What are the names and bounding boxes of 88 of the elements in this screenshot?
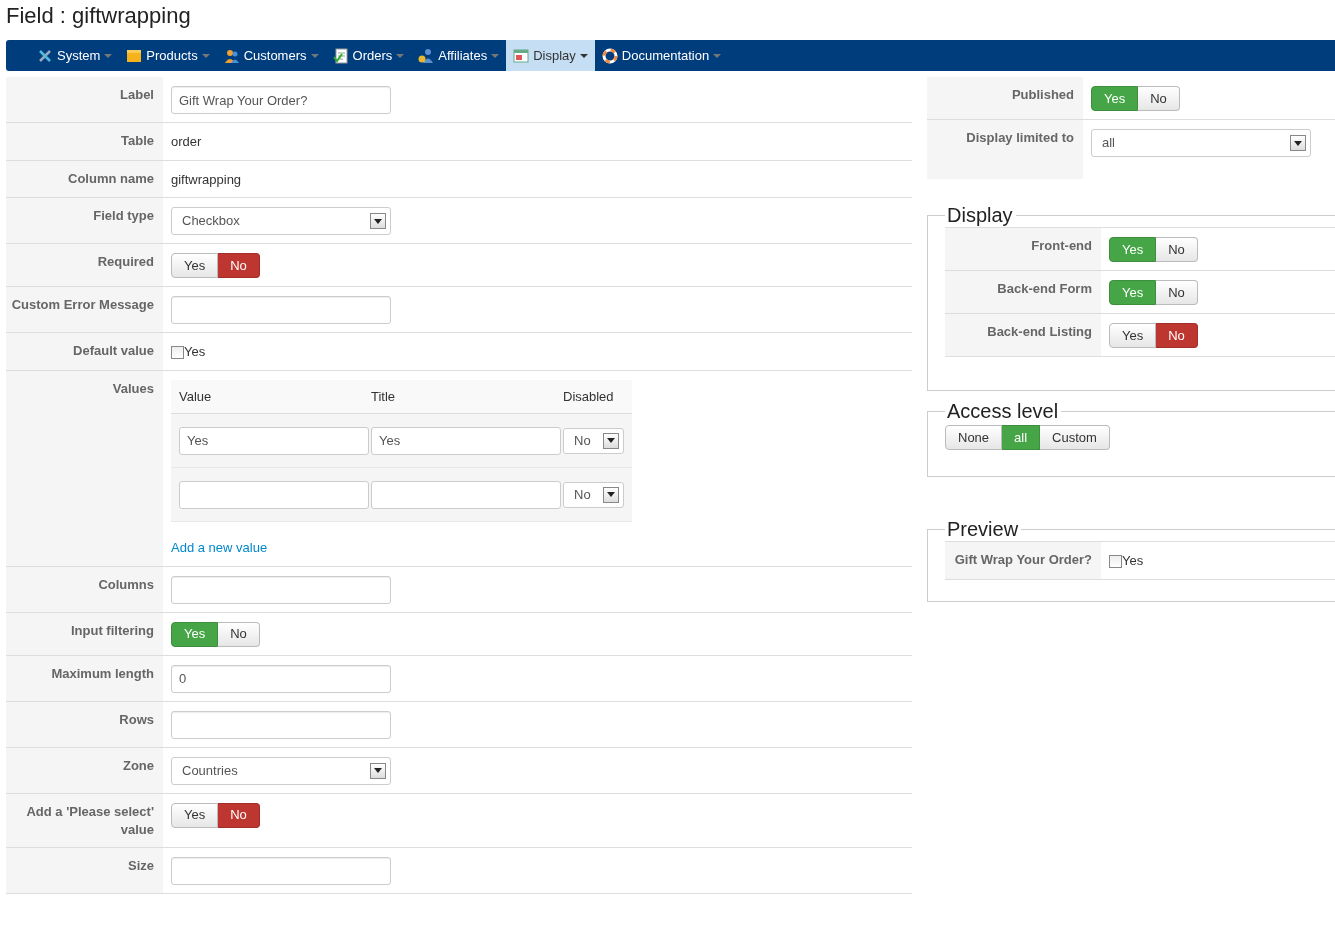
caret-icon [713, 53, 722, 58]
input-field[interactable] [171, 296, 391, 324]
caret-icon [104, 53, 113, 58]
menu-item[interactable]: Customers [216, 40, 326, 71]
toggle-option[interactable]: Yes [171, 253, 219, 278]
toggle-option[interactable]: Yes [1109, 323, 1157, 348]
menu-item[interactable]: Products [119, 40, 217, 71]
document-icon [332, 47, 349, 64]
select-field[interactable]: all [1091, 129, 1311, 157]
select-value: Checkbox [182, 212, 240, 231]
input-field[interactable]: 0 [171, 664, 391, 693]
field-label: Input filtering [6, 612, 163, 655]
field-label: Add a 'Please select' value [6, 793, 163, 847]
section-title: Preview [946, 517, 1020, 541]
caret-icon [310, 53, 319, 58]
menu-item[interactable]: Documentation [594, 40, 729, 71]
field-label: Column name [6, 160, 163, 197]
field-label: Default value [6, 333, 163, 370]
field-label: Custom Error Message [6, 287, 163, 332]
add-value-link[interactable]: Add a new value [171, 538, 268, 558]
menu-item[interactable]: System [30, 40, 120, 71]
field-label: Label [6, 77, 163, 122]
window-icon [513, 47, 530, 64]
field-label: Published [927, 77, 1083, 119]
toggle-option[interactable]: No [218, 621, 260, 647]
caret-icon [396, 53, 405, 58]
column-header: Title [371, 387, 397, 406]
toggle-option[interactable]: No [1156, 323, 1198, 348]
column-header: Value [179, 387, 213, 406]
field-label: Table [6, 123, 163, 160]
users-icon [223, 47, 240, 64]
page-title: Field : giftwrapping [6, 2, 192, 30]
field-label: Columns [6, 566, 163, 612]
menu-item[interactable]: Affiliates [411, 40, 507, 71]
input-field[interactable] [171, 856, 391, 885]
input-field[interactable]: Yes [179, 426, 369, 455]
select-value: all [1102, 134, 1115, 153]
field-label: Values [6, 370, 163, 566]
select-value: No [574, 485, 591, 504]
toggle-option[interactable]: None [945, 425, 1003, 450]
checkbox-label: Yes [1122, 553, 1144, 568]
field-value: order [171, 133, 203, 151]
toggle-option[interactable]: No [1156, 237, 1198, 262]
field-label: Required [6, 244, 163, 286]
field-label: Back-end Form [945, 271, 1101, 313]
column-header: Disabled [563, 387, 615, 406]
person-coin-icon [418, 47, 435, 64]
caret-icon [491, 53, 500, 58]
field-label: Display limited to [927, 120, 1083, 179]
checkbox[interactable] [171, 346, 184, 359]
menu-item[interactable]: Display [506, 40, 595, 71]
toggle-option[interactable]: Yes [171, 802, 219, 828]
field-label: Size [6, 847, 163, 893]
caret-icon [579, 53, 588, 58]
menu-item[interactable]: Orders [325, 40, 412, 71]
field-label: Back-end Listing [945, 314, 1101, 356]
input-field[interactable] [179, 480, 369, 509]
select-value: Countries [182, 761, 238, 780]
toggle-option[interactable]: No [218, 802, 260, 828]
select-field[interactable]: No [563, 427, 624, 454]
field-label: Front-end [945, 228, 1101, 270]
section-title: Display [946, 203, 1014, 227]
toggle-option[interactable]: No [1156, 280, 1198, 305]
field-label: Zone [6, 747, 163, 793]
caret-icon [201, 53, 210, 58]
input-field[interactable]: Gift Wrap Your Order? [171, 86, 391, 114]
toggle-option[interactable]: No [218, 253, 260, 278]
field-label: Maximum length [6, 655, 163, 701]
input-field[interactable] [171, 575, 391, 604]
section-title: Access level [946, 399, 1060, 423]
field-label: Field type [6, 198, 163, 243]
checkbox-label: Yes [184, 344, 206, 359]
box-icon [126, 47, 143, 64]
select-field[interactable]: Checkbox [171, 207, 391, 235]
tools-icon [37, 47, 53, 64]
toggle-option[interactable]: Custom [1040, 425, 1110, 450]
select-value: No [574, 431, 591, 450]
checkbox[interactable] [1109, 555, 1122, 568]
input-field[interactable] [171, 710, 391, 739]
select-field[interactable]: Countries [171, 756, 391, 785]
input-field[interactable]: Yes [371, 426, 561, 455]
field-label: Gift Wrap Your Order? [945, 542, 1101, 579]
toggle-option[interactable]: No [1138, 86, 1180, 111]
field-label: Rows [6, 701, 163, 747]
select-field[interactable]: No [563, 481, 624, 508]
field-value: giftwrapping [171, 170, 243, 189]
lifebuoy-icon [601, 47, 618, 64]
input-field[interactable] [371, 480, 561, 509]
